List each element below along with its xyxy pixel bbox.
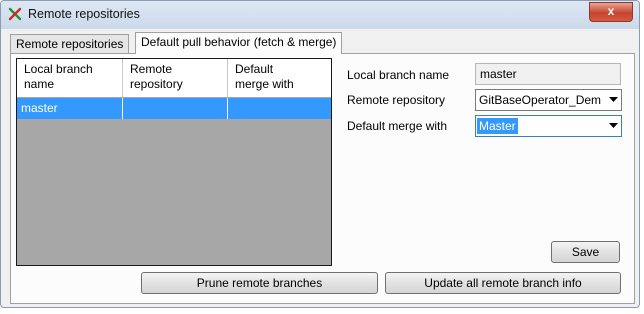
- tab-label: Remote repositories: [16, 37, 124, 51]
- remote-repository-label: Remote repository: [347, 93, 446, 107]
- chevron-down-icon[interactable]: [609, 97, 618, 103]
- tab-panel: Local branch name Remote repository Defaul…: [10, 53, 635, 304]
- column-header-label: Default merge with: [235, 62, 294, 91]
- save-button[interactable]: Save: [551, 241, 620, 263]
- cell-remote-repository: [123, 98, 228, 119]
- cell-merge-with: [228, 98, 331, 119]
- remote-repository-combo[interactable]: GitBaseOperator_Dem: [475, 89, 622, 111]
- tab-default-pull-behavior[interactable]: Default pull behavior (fetch & merge): [135, 32, 343, 54]
- column-header-label: Remote repository: [130, 62, 183, 91]
- cell-local-branch: master: [17, 98, 123, 119]
- chevron-down-icon[interactable]: [609, 123, 618, 129]
- tab-label: Default pull behavior (fetch & merge): [141, 35, 337, 49]
- column-header-merge-with[interactable]: Default merge with: [228, 59, 331, 97]
- title-bar: Remote repositories x: [1, 1, 639, 29]
- column-header-local-branch[interactable]: Local branch name: [17, 59, 123, 97]
- grid-header: Local branch name Remote repository Defaul…: [17, 59, 331, 97]
- close-icon: x: [607, 4, 615, 18]
- update-remote-branch-info-button[interactable]: Update all remote branch info: [385, 272, 621, 294]
- table-row[interactable]: master: [17, 98, 331, 119]
- window-title: Remote repositories: [28, 7, 140, 21]
- git-extensions-icon: [8, 7, 22, 21]
- local-branch-label: Local branch name: [347, 68, 450, 82]
- column-header-label: Local branch name: [24, 62, 93, 91]
- close-button[interactable]: x: [589, 2, 633, 22]
- merge-with-combo[interactable]: Master: [475, 115, 622, 137]
- merge-with-label: Default merge with: [347, 119, 448, 133]
- remote-repository-value: GitBaseOperator_Dem: [479, 93, 602, 107]
- remote-repositories-window: Remote repositories x Remote repositorie…: [0, 0, 640, 308]
- merge-with-value: Master: [477, 118, 518, 134]
- prune-remote-branches-button[interactable]: Prune remote branches: [141, 272, 378, 294]
- tab-remote-repositories[interactable]: Remote repositories: [10, 34, 130, 53]
- column-header-remote-repository[interactable]: Remote repository: [123, 59, 228, 97]
- branch-grid[interactable]: Local branch name Remote repository Defaul…: [16, 58, 332, 266]
- local-branch-field: master: [475, 63, 621, 85]
